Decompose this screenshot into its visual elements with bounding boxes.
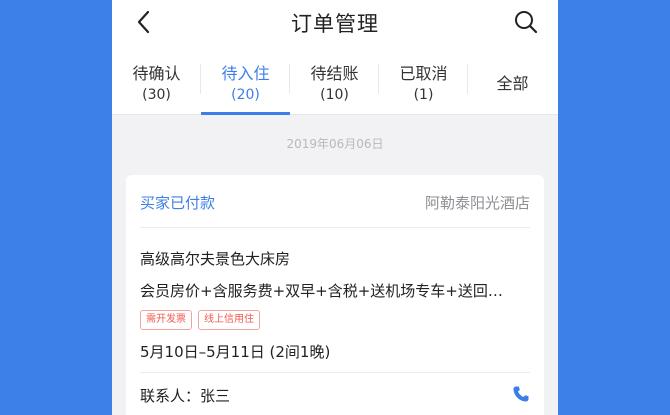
- tab-pending-checkout[interactable]: 待结账 (10): [290, 48, 379, 114]
- package-description: 会员房价+含服务费+双早+含税+送机场专车+送回…: [140, 282, 503, 300]
- tab-pending-checkin[interactable]: 待入住 (20): [201, 48, 290, 115]
- tab-count: (20): [231, 87, 260, 103]
- header: 订单管理: [112, 0, 558, 48]
- order-status: 买家已付款: [140, 194, 216, 212]
- contact-name: 联系人：张三: [140, 387, 231, 405]
- hotel-name: 阿勒泰阳光酒店: [424, 194, 530, 212]
- divider: [140, 372, 530, 373]
- phone-screen: 订单管理 待确认 (30) 待入住 (20) 待结账 (10) 已取消 (1) …: [112, 0, 558, 415]
- room-name: 高级高尔夫景色大床房: [140, 250, 291, 268]
- divider: [140, 227, 530, 228]
- active-tab-indicator: [201, 112, 290, 115]
- tab-count: (1): [413, 87, 434, 103]
- call-button[interactable]: [512, 385, 530, 403]
- tab-pending-confirm[interactable]: 待确认 (30): [112, 48, 201, 114]
- tab-all[interactable]: 全部: [468, 48, 557, 114]
- order-card[interactable]: 买家已付款 阿勒泰阳光酒店 高级高尔夫景色大床房 会员房价+含服务费+双早+含税…: [126, 175, 544, 415]
- tab-count: (30): [142, 87, 171, 103]
- tab-count: (10): [320, 87, 349, 103]
- stay-dates: 5月10日–5月11日 (2间1晚): [140, 343, 331, 361]
- tab-label: 待结账: [310, 64, 359, 83]
- tab-label: 全部: [496, 74, 529, 93]
- badge-group: 需开发票 线上信用住: [140, 310, 260, 330]
- search-button[interactable]: [512, 8, 540, 36]
- date-label: 2019年06月06日: [286, 137, 384, 151]
- tab-bar: 待确认 (30) 待入住 (20) 待结账 (10) 已取消 (1) 全部: [112, 48, 558, 115]
- phone-icon: [513, 386, 529, 402]
- tab-cancelled[interactable]: 已取消 (1): [379, 48, 468, 114]
- invoice-badge: 需开发票: [140, 310, 192, 330]
- tab-label: 待确认: [132, 64, 181, 83]
- credit-stay-badge: 线上信用住: [198, 310, 260, 330]
- page-title: 订单管理: [291, 12, 379, 36]
- search-icon: [515, 11, 538, 34]
- tab-label: 待入住: [221, 64, 270, 83]
- tab-label: 已取消: [399, 64, 448, 83]
